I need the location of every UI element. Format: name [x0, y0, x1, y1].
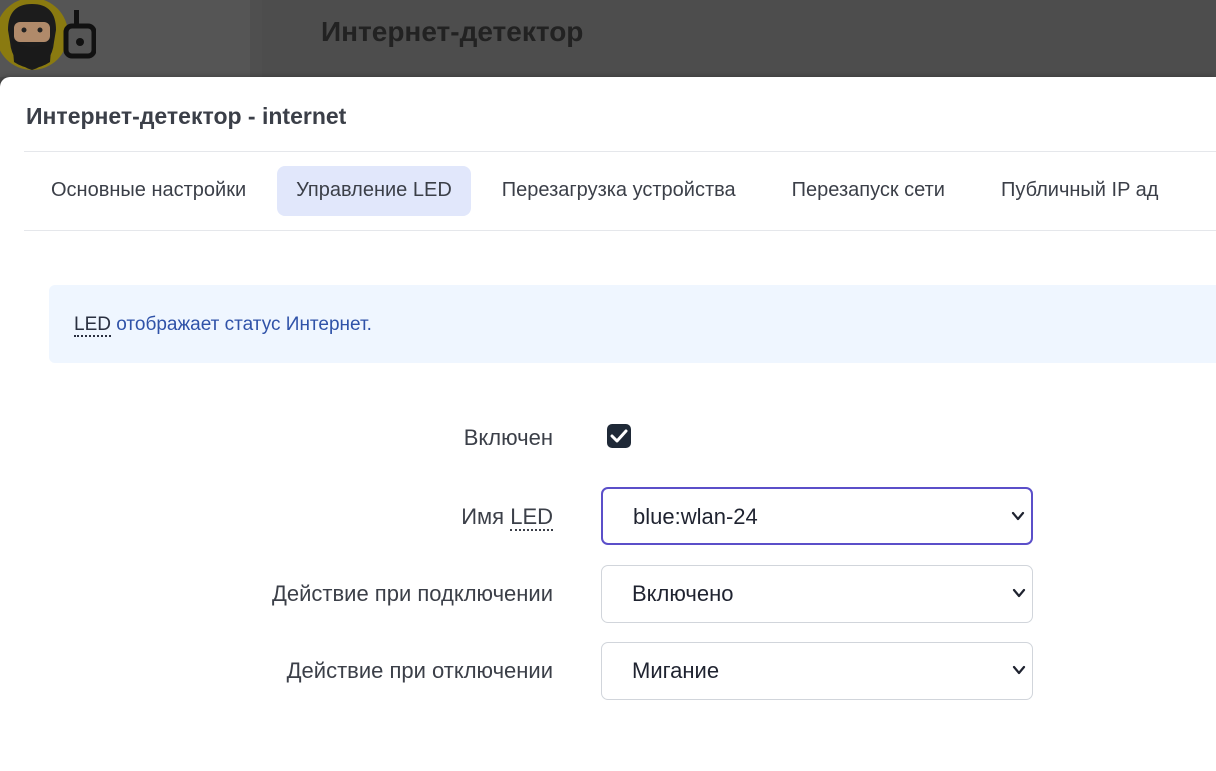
enabled-label: Включен: [463, 425, 553, 450]
on-connect-select[interactable]: Включено: [601, 565, 1033, 623]
led-abbreviation: LED: [74, 314, 111, 337]
checkmark-icon: [610, 429, 628, 443]
modal-dialog: Интернет-детектор - internet Основные на…: [0, 77, 1216, 771]
info-message: LED отображает статус Интернет.: [49, 285, 1216, 363]
title-divider: [24, 151, 1216, 152]
on-disconnect-label: Действие при отключении: [286, 658, 553, 683]
router-icon: [60, 8, 97, 60]
led-name-label: Имя LED: [461, 504, 553, 531]
tab-public-ip[interactable]: Публичный IP ад: [982, 166, 1177, 216]
led-name-label-text: Имя: [461, 504, 511, 529]
tabs-divider: [24, 230, 1216, 231]
tab-network-restart[interactable]: Перезапуск сети: [773, 166, 964, 216]
modal-title: Интернет-детектор - internet: [26, 103, 347, 129]
on-disconnect-select[interactable]: Мигание: [601, 642, 1033, 700]
tab-bar: Основные настройки Управление LED Переза…: [24, 164, 1216, 218]
on-connect-value: Включено: [632, 581, 734, 606]
tab-device-reboot[interactable]: Перезагрузка устройства: [483, 166, 755, 216]
tab-led-control[interactable]: Управление LED: [277, 166, 471, 216]
tab-basic-settings[interactable]: Основные настройки: [32, 166, 265, 216]
chevron-down-icon: [1012, 665, 1026, 675]
info-text: отображает статус Интернет.: [110, 314, 372, 335]
on-disconnect-value: Мигание: [632, 658, 720, 683]
chevron-down-icon: [1012, 588, 1026, 598]
led-name-value: blue:wlan-24: [633, 504, 758, 529]
led-name-select[interactable]: blue:wlan-24: [601, 487, 1033, 545]
background-page-title: Интернет-детектор: [321, 16, 584, 47]
enabled-checkbox[interactable]: [607, 424, 631, 448]
chevron-down-icon: [1011, 511, 1025, 521]
led-name-label-abbr: LED: [510, 504, 553, 531]
on-connect-label: Действие при подключении: [271, 581, 553, 606]
